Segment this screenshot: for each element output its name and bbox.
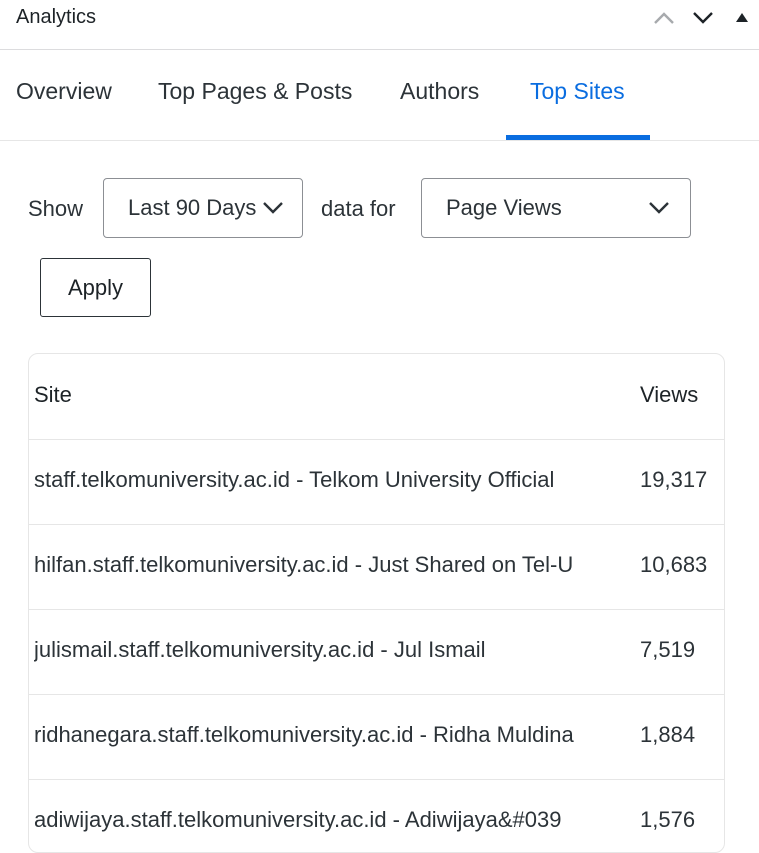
period-select[interactable]: Last 90 Days <box>103 178 303 238</box>
site-cell: julismail.staff.telkomuniversity.ac.id -… <box>34 637 486 662</box>
site-cell: ridhanegara.staff.telkomuniversity.ac.id… <box>34 722 574 747</box>
views-column-header: Views <box>640 382 699 407</box>
table-row: adiwijaya.staff.telkomuniversity.ac.id -… <box>29 779 724 852</box>
views-cell: 19,317 <box>640 467 708 492</box>
table-row: hilfan.staff.telkomuniversity.ac.id - Ju… <box>29 524 724 609</box>
site-cell: hilfan.staff.telkomuniversity.ac.id - Ju… <box>34 552 574 577</box>
views-cell: 1,576 <box>640 807 696 832</box>
views-cell: 7,519 <box>640 637 696 662</box>
site-cell: staff.telkomuniversity.ac.id - Telkom Un… <box>34 467 555 492</box>
toggle-panel-button[interactable] <box>729 6 755 30</box>
tab-authors[interactable]: Authors <box>400 78 479 105</box>
analytics-tabs: Overview Top Pages & Posts Authors Top S… <box>0 51 759 141</box>
metric-select[interactable]: Page Views <box>421 178 691 238</box>
apply-button[interactable]: Apply <box>40 258 151 317</box>
metric-select-value: Page Views <box>446 195 562 220</box>
top-sites-table: Site Views staff.telkomuniversity.ac.id … <box>28 353 725 853</box>
tab-top-sites[interactable]: Top Sites <box>530 78 625 105</box>
chevron-down-icon <box>263 202 283 214</box>
panel-title: Analytics <box>16 6 97 28</box>
chevron-down-icon <box>693 12 713 24</box>
tab-top-pages-posts[interactable]: Top Pages & Posts <box>158 78 352 105</box>
panel-header: Analytics <box>0 0 759 50</box>
move-down-button[interactable] <box>690 6 716 30</box>
table-row: julismail.staff.telkomuniversity.ac.id -… <box>29 609 724 694</box>
table-row: staff.telkomuniversity.ac.id - Telkom Un… <box>29 439 724 524</box>
views-cell: 10,683 <box>640 552 708 577</box>
views-cell: 1,884 <box>640 722 696 747</box>
chevron-down-icon <box>649 202 669 214</box>
period-select-value: Last 90 Days <box>128 195 257 220</box>
data-for-label: data for <box>321 196 396 221</box>
site-column-header: Site <box>34 382 72 407</box>
table-row: ridhanegara.staff.telkomuniversity.ac.id… <box>29 694 724 779</box>
site-cell: adiwijaya.staff.telkomuniversity.ac.id -… <box>34 807 562 832</box>
show-label: Show <box>28 196 84 221</box>
collapse-triangle-icon <box>736 13 748 22</box>
move-up-button[interactable] <box>651 6 677 30</box>
chevron-up-icon <box>654 12 674 24</box>
active-tab-indicator <box>506 135 650 140</box>
tab-overview[interactable]: Overview <box>16 78 112 105</box>
